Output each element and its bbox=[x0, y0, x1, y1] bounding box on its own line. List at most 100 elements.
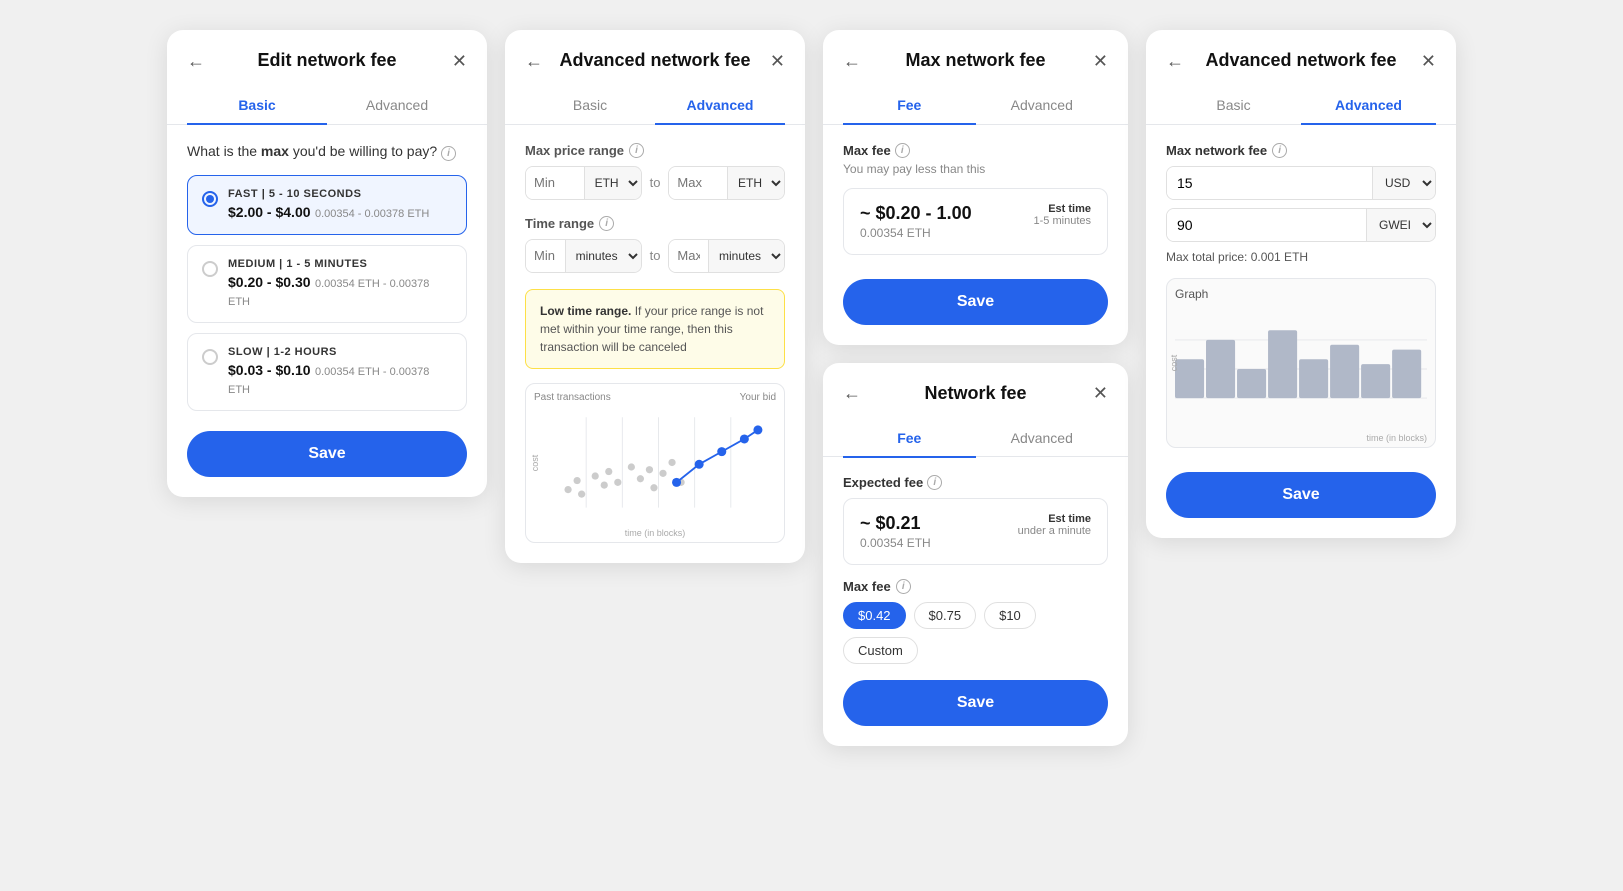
card2-max-input[interactable] bbox=[669, 167, 727, 199]
card3b-header: ← Network fee ✕ bbox=[823, 363, 1128, 404]
card3b-expected-fee-label: Expected fee i bbox=[843, 475, 1108, 490]
card3-save-button[interactable]: Save bbox=[843, 279, 1108, 325]
card1-save-button[interactable]: Save bbox=[187, 431, 467, 477]
tab-advanced-2[interactable]: Advanced bbox=[655, 87, 785, 125]
card4-gwei-row: GWEI bbox=[1166, 208, 1436, 242]
card4-gwei-select[interactable]: GWEI bbox=[1366, 209, 1435, 241]
tab-basic-1[interactable]: Basic bbox=[187, 87, 327, 125]
card2-min-input-wrap: ETH bbox=[525, 166, 642, 200]
fee-option-fast-label: FAST | 5 - 10 SECONDS bbox=[228, 188, 452, 200]
advanced-network-fee-card-right: ← Advanced network fee ✕ Basic Advanced … bbox=[1146, 30, 1456, 538]
card2-time-max-wrap: minutes bbox=[668, 239, 785, 273]
card3b-max-fee-info[interactable]: i bbox=[896, 579, 911, 594]
tab-fee-3[interactable]: Fee bbox=[843, 87, 976, 125]
card4-usd-row: USD bbox=[1166, 166, 1436, 200]
card3b-body: Expected fee i ~ $0.21 0.00354 ETH Est t… bbox=[823, 457, 1128, 746]
tab-basic-2[interactable]: Basic bbox=[525, 87, 655, 125]
card3b-save-button[interactable]: Save bbox=[843, 680, 1108, 726]
card4-usd-select[interactable]: USD bbox=[1372, 167, 1435, 199]
card2-time-range-label: Time range i bbox=[525, 216, 785, 231]
card2-body: Max price range i ETH to ETH Time range … bbox=[505, 125, 805, 563]
card1-back-button[interactable]: ← bbox=[183, 48, 209, 74]
card3b-time: Est time under a minute bbox=[1018, 513, 1091, 537]
card3b-max-fee-row: Max fee i bbox=[843, 579, 1108, 594]
card3b-summary-box: ~ $0.21 0.00354 ETH Est time under a min… bbox=[843, 498, 1108, 565]
card3-body: Max fee i You may pay less than this ~ $… bbox=[823, 125, 1128, 345]
card4-header: ← Advanced network fee ✕ bbox=[1146, 30, 1456, 71]
card3b-max-fee-label: Max fee bbox=[843, 579, 891, 594]
card4-tabs: Basic Advanced bbox=[1146, 87, 1456, 125]
max-fee-info-icon[interactable]: i bbox=[895, 143, 910, 158]
card1-header: ← Edit network fee ✕ bbox=[167, 30, 487, 71]
chip-075[interactable]: $0.75 bbox=[914, 602, 977, 629]
card2-time-range-row: minutes to minutes bbox=[525, 239, 785, 273]
fee-option-slow-label: SLOW | 1-2 HOURS bbox=[228, 346, 452, 358]
max-network-fee-card: ← Max network fee ✕ Fee Advanced Max fee… bbox=[823, 30, 1128, 345]
card3-close-button[interactable]: ✕ bbox=[1089, 48, 1112, 74]
card2-max-price-label: Max price range i bbox=[525, 143, 785, 158]
card2-time-min-input[interactable] bbox=[526, 240, 565, 272]
tab-advanced-3[interactable]: Advanced bbox=[976, 87, 1109, 125]
chart-svg bbox=[550, 412, 776, 522]
expected-fee-info-icon[interactable]: i bbox=[927, 475, 942, 490]
card2-time-to-label: to bbox=[650, 248, 661, 263]
chip-10[interactable]: $10 bbox=[984, 602, 1036, 629]
card3b-chip-row: $0.42 $0.75 $10 Custom bbox=[843, 602, 1108, 664]
card4-y-label: cost bbox=[1169, 354, 1179, 371]
card3-header: ← Max network fee ✕ bbox=[823, 30, 1128, 71]
card1-body: What is the max you'd be willing to pay?… bbox=[167, 125, 487, 497]
max-price-info-icon[interactable]: i bbox=[629, 143, 644, 158]
card3b-title: Network fee bbox=[924, 383, 1026, 404]
card3-amount: ~ $0.20 - 1.00 bbox=[860, 203, 972, 224]
card1-tabs: Basic Advanced bbox=[167, 87, 487, 125]
card2-time-min-unit[interactable]: minutes bbox=[565, 240, 641, 272]
card3b-back-button[interactable]: ← bbox=[839, 380, 865, 406]
card2-min-input[interactable] bbox=[526, 167, 584, 199]
tab-advanced-3b[interactable]: Advanced bbox=[976, 420, 1109, 458]
card2-tabs: Basic Advanced bbox=[505, 87, 805, 125]
card4-max-network-fee-label: Max network fee i bbox=[1166, 143, 1436, 158]
advanced-network-fee-card: ← Advanced network fee ✕ Basic Advanced … bbox=[505, 30, 805, 563]
card3-back-button[interactable]: ← bbox=[839, 48, 865, 74]
card4-title: Advanced network fee bbox=[1205, 50, 1396, 71]
card4-graph-svg bbox=[1175, 309, 1427, 429]
fee-option-medium-label: MEDIUM | 1 - 5 MINUTES bbox=[228, 258, 452, 270]
card4-close-button[interactable]: ✕ bbox=[1417, 48, 1440, 74]
card4-gwei-input[interactable] bbox=[1167, 209, 1366, 241]
tab-advanced-1[interactable]: Advanced bbox=[327, 87, 467, 125]
card2-close-button[interactable]: ✕ bbox=[766, 48, 789, 74]
radio-medium bbox=[202, 261, 218, 277]
card4-max-total-price: Max total price: 0.001 ETH bbox=[1166, 250, 1436, 264]
card3-summary-box: ~ $0.20 - 1.00 0.00354 ETH Est time 1-5 … bbox=[843, 188, 1108, 255]
card3b-close-button[interactable]: ✕ bbox=[1089, 380, 1112, 406]
card2-min-currency-select[interactable]: ETH bbox=[584, 167, 641, 199]
card4-save-button[interactable]: Save bbox=[1166, 472, 1436, 518]
card3-time: Est time 1-5 minutes bbox=[1034, 203, 1091, 227]
card4-graph-label: Graph bbox=[1175, 287, 1427, 301]
card2-time-max-unit[interactable]: minutes bbox=[708, 240, 784, 272]
card2-back-button[interactable]: ← bbox=[521, 48, 547, 74]
radio-slow bbox=[202, 349, 218, 365]
card2-max-currency-select[interactable]: ETH bbox=[727, 167, 784, 199]
card4-usd-input[interactable] bbox=[1167, 167, 1372, 199]
card2-time-max-input[interactable] bbox=[669, 240, 708, 272]
fee-option-medium[interactable]: MEDIUM | 1 - 5 MINUTES $0.20 - $0.30 0.0… bbox=[187, 245, 467, 323]
card3-eth: 0.00354 ETH bbox=[860, 226, 972, 240]
card4-info-icon[interactable]: i bbox=[1272, 143, 1287, 158]
tab-basic-4[interactable]: Basic bbox=[1166, 87, 1301, 125]
fee-option-fast[interactable]: FAST | 5 - 10 SECONDS $2.00 - $4.00 0.00… bbox=[187, 175, 467, 235]
card4-x-label: time (in blocks) bbox=[1366, 433, 1427, 443]
card2-to-label: to bbox=[650, 175, 661, 190]
card4-back-button[interactable]: ← bbox=[1162, 48, 1188, 74]
card1-title: Edit network fee bbox=[257, 50, 396, 71]
tab-advanced-4[interactable]: Advanced bbox=[1301, 87, 1436, 125]
card4-graph-box: Graph cost time (in blocks) bbox=[1166, 278, 1436, 448]
tab-fee-3b[interactable]: Fee bbox=[843, 420, 976, 458]
card1-close-button[interactable]: ✕ bbox=[448, 48, 471, 74]
time-range-info-icon[interactable]: i bbox=[599, 216, 614, 231]
chip-042[interactable]: $0.42 bbox=[843, 602, 906, 629]
fee-option-slow[interactable]: SLOW | 1-2 HOURS $0.03 - $0.10 0.00354 E… bbox=[187, 333, 467, 411]
chip-custom[interactable]: Custom bbox=[843, 637, 918, 664]
chart-x-label: time (in blocks) bbox=[625, 528, 686, 538]
question-info-icon[interactable]: i bbox=[441, 146, 456, 161]
